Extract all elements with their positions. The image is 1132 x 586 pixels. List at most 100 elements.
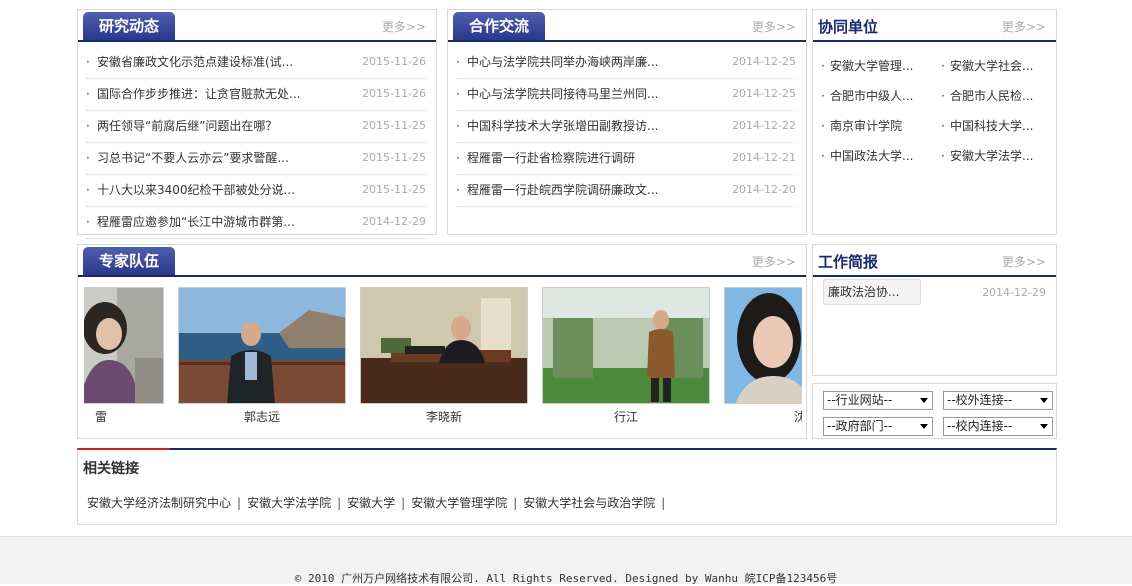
news-item-title[interactable]: 两任领导“前腐后继”问题出在哪？	[86, 111, 331, 141]
brief-title: 工作简报	[818, 253, 879, 271]
news-item-title[interactable]: 程雁雷应邀参加“长江中游城市群第...	[86, 207, 331, 237]
experts-more-link[interactable]: 更多>>	[752, 253, 796, 270]
external-link-select[interactable]: --校外连接--	[943, 391, 1053, 410]
expert-name[interactable]: 行江	[542, 404, 710, 424]
link-separator: |	[401, 496, 406, 510]
related-link[interactable]: 安徽大学社会与政治学院	[523, 496, 655, 510]
related-links-panel: 相关链接 安徽大学经济法制研究中心 | 安徽大学法学院 | 安徽大学 | 安徽大学管理学院 |…	[77, 448, 1057, 525]
related-link[interactable]: 安徽大学管理学院	[411, 496, 507, 510]
partner-link[interactable]: 南京审计学院	[821, 116, 936, 136]
footer: © 2010 广州万户网络技术有限公司. All Rights Reserved…	[0, 536, 1132, 585]
partner-link[interactable]: 中国科技大学...	[941, 116, 1056, 136]
partner-link[interactable]: 安徽大学管理...	[821, 56, 936, 76]
chevron-down-icon	[920, 424, 928, 429]
cooperation-more-link[interactable]: 更多>>	[752, 18, 796, 35]
cooperation-header: 合作交流 更多>>	[448, 10, 806, 42]
news-item[interactable]: 两任领导“前腐后继”问题出在哪？ 2015-11-25	[86, 111, 426, 143]
related-accent-bar	[78, 448, 170, 450]
experts-carousel: 雷 郭志远 李晓新 行江 沈	[84, 287, 802, 435]
expert-card[interactable]: 雷	[84, 287, 164, 424]
internal-link-select[interactable]: --校内连接--	[943, 417, 1053, 436]
news-item[interactable]: 国际合作步步推进：让贪官赃款无处... 2015-11-26	[86, 79, 426, 111]
cooperation-title: 合作交流	[453, 12, 546, 40]
brief-item-title[interactable]: 廉政法治协...	[828, 285, 899, 299]
link-separator: |	[337, 496, 342, 510]
industry-site-select-value: --行业网站--	[827, 393, 893, 407]
link-separator: |	[661, 496, 666, 510]
external-link-select-value: --校外连接--	[947, 393, 1013, 407]
expert-card[interactable]: 沈	[724, 287, 802, 424]
related-links-title: 相关链接	[83, 461, 139, 477]
news-item[interactable]: 程雁雷一行赴皖西学院调研廉政文... 2014-12-20	[456, 175, 796, 207]
news-item-title[interactable]: 十八大以来3400纪检干部被处分说...	[86, 175, 331, 205]
cooperation-list: 中心与法学院共同举办海峡两岸廉...2014-12-25中心与法学院共同接待马里…	[456, 47, 796, 207]
news-item[interactable]: 中国科学技术大学张增田副教授访... 2014-12-22	[456, 111, 796, 143]
internal-link-select-value: --校内连接--	[947, 419, 1013, 433]
research-list: 安徽省廉政文化示范点建设标准(试... 2015-11-26 国际合作步步推进：让贪…	[86, 47, 426, 239]
brief-item[interactable]: 廉政法治协...	[823, 279, 921, 305]
link-separator: |	[513, 496, 518, 510]
experts-title: 专家队伍	[83, 247, 176, 275]
partner-link[interactable]: 中国政法大学...	[821, 146, 936, 166]
news-item[interactable]: 程雁雷一行赴省检察院进行调研 2014-12-21	[456, 143, 796, 175]
expert-photo[interactable]	[84, 287, 164, 404]
chevron-down-icon	[1040, 398, 1048, 403]
expert-photo[interactable]	[178, 287, 346, 404]
government-select-value: --政府部门--	[827, 419, 893, 433]
expert-name[interactable]: 雷	[84, 404, 164, 424]
expert-card[interactable]: 行江	[542, 287, 710, 424]
industry-site-select[interactable]: --行业网站--	[823, 391, 933, 410]
news-item-title[interactable]: 程雁雷一行赴皖西学院调研廉政文...	[456, 175, 701, 205]
related-link[interactable]: 安徽大学经济法制研究中心	[87, 496, 231, 510]
footer-copyright: © 2010 广州万户网络技术有限公司. All Rights Reserved…	[294, 572, 838, 585]
government-select[interactable]: --政府部门--	[823, 417, 933, 436]
news-item-title[interactable]: 国际合作步步推进：让贪官赃款无处...	[86, 79, 331, 109]
brief-item-date: 2014-12-29	[982, 286, 1046, 299]
related-links-list: 安徽大学经济法制研究中心 | 安徽大学法学院 | 安徽大学 | 安徽大学管理学院 | 安徽大学社…	[87, 494, 671, 511]
link-separator: |	[237, 496, 242, 510]
chevron-down-icon	[920, 398, 928, 403]
research-panel: 研究动态 更多>> 安徽省廉政文化示范点建设标准(试...2015-11-26国…	[77, 9, 437, 239]
news-item[interactable]: 程雁雷应邀参加“长江中游城市群第... 2014-12-29	[86, 207, 426, 239]
expert-photo[interactable]	[542, 287, 710, 404]
brief-more-link[interactable]: 更多>>	[1002, 253, 1046, 270]
news-item-title[interactable]: 程雁雷一行赴省检察院进行调研	[456, 143, 701, 173]
expert-name[interactable]: 郭志远	[178, 404, 346, 424]
news-item-title[interactable]: 安徽省廉政文化示范点建设标准(试...	[86, 47, 331, 77]
chevron-down-icon	[1040, 424, 1048, 429]
related-link[interactable]: 安徽大学法学院	[247, 496, 331, 510]
news-item-date: 2015-11-25	[362, 119, 426, 132]
links-select-panel: --行业网站-- --校外连接-- --政府部门-- --校内连接--	[812, 383, 1057, 439]
expert-name[interactable]: 李晓新	[360, 404, 528, 424]
partner-link[interactable]: 合肥市中级人...	[821, 86, 936, 106]
news-item[interactable]: 习总书记“不要人云亦云”要求警醒... 2015-11-25	[86, 143, 426, 175]
partners-title: 协同单位	[818, 18, 879, 36]
expert-photo[interactable]	[724, 287, 802, 404]
news-item-title[interactable]: 中心与法学院共同接待马里兰州同...	[456, 79, 701, 109]
partner-link[interactable]: 安徽大学社会...	[941, 56, 1056, 76]
experts-panel: 专家队伍 更多>> 雷 郭志远 李晓新 行江 沈	[77, 244, 807, 439]
news-item-title[interactable]: 中心与法学院共同举办海峡两岸廉...	[456, 47, 701, 77]
partners-more-link[interactable]: 更多>>	[1002, 18, 1046, 35]
expert-card[interactable]: 郭志远	[178, 287, 346, 424]
expert-card[interactable]: 李晓新	[360, 287, 528, 424]
news-item-title[interactable]: 中国科学技术大学张增田副教授访...	[456, 111, 701, 141]
partners-panel: 协同单位 更多>> 安徽大学管理...安徽大学社会...合肥市中级人...合肥市…	[812, 9, 1057, 235]
partner-link[interactable]: 安徽大学法学...	[941, 146, 1056, 166]
news-item-date: 2014-12-25	[732, 55, 796, 68]
news-item[interactable]: 十八大以来3400纪检干部被处分说... 2015-11-25	[86, 175, 426, 207]
expert-name[interactable]: 沈	[724, 404, 802, 424]
partners-header: 协同单位 更多>>	[813, 10, 1056, 42]
news-item-date: 2015-11-26	[362, 55, 426, 68]
news-item-title[interactable]: 习总书记“不要人云亦云”要求警醒...	[86, 143, 331, 173]
related-link[interactable]: 安徽大学	[347, 496, 395, 510]
news-item[interactable]: 安徽省廉政文化示范点建设标准(试... 2015-11-26	[86, 47, 426, 79]
news-item[interactable]: 中心与法学院共同举办海峡两岸廉... 2014-12-25	[456, 47, 796, 79]
news-item-date: 2014-12-21	[732, 151, 796, 164]
research-more-link[interactable]: 更多>>	[382, 18, 426, 35]
news-item[interactable]: 中心与法学院共同接待马里兰州同... 2014-12-25	[456, 79, 796, 111]
expert-photo[interactable]	[360, 287, 528, 404]
news-item-date: 2014-12-20	[732, 183, 796, 196]
news-item-date: 2014-12-25	[732, 87, 796, 100]
partner-link[interactable]: 合肥市人民检...	[941, 86, 1056, 106]
